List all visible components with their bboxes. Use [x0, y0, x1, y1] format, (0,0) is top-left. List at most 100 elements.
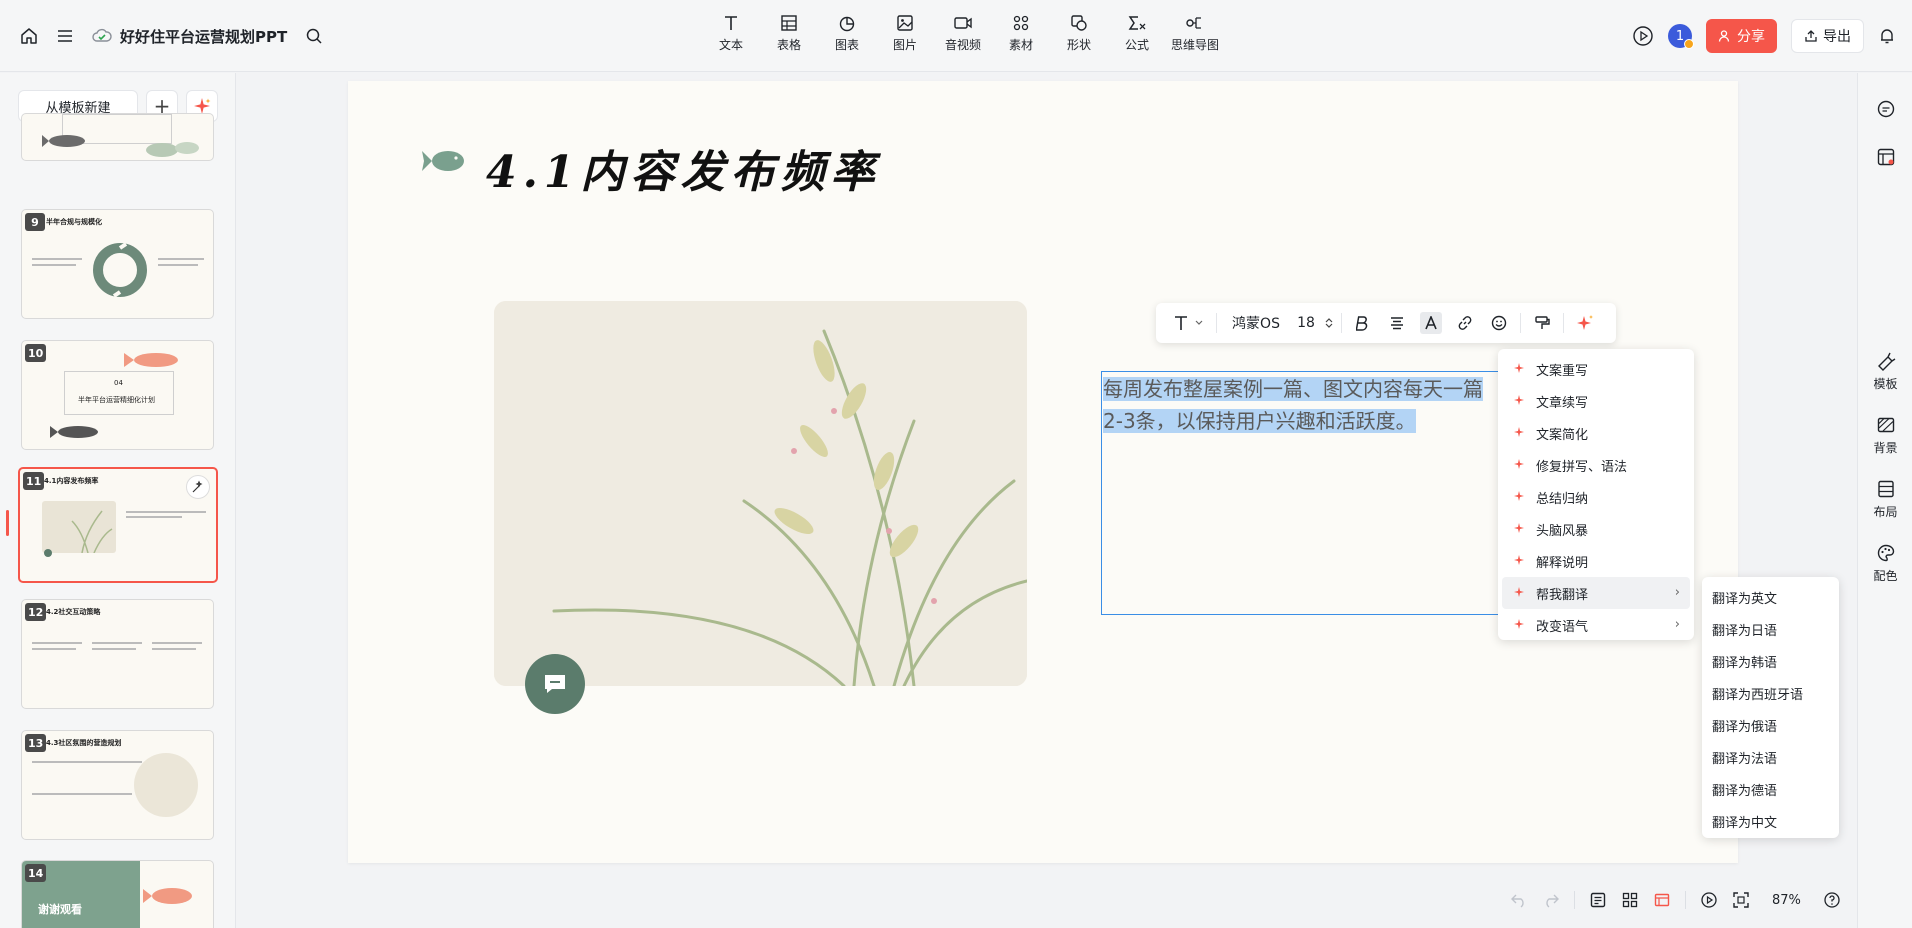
search-icon[interactable]	[305, 27, 323, 45]
top-bar-left: 好好住平台运营规划PPT	[20, 22, 323, 50]
zoom-level[interactable]: 87%	[1764, 889, 1809, 912]
slide-thumbnail-9[interactable]: 9 半年合规与规模化	[21, 209, 214, 319]
menu-icon[interactable]	[56, 27, 74, 45]
tool-video[interactable]: 音视频	[934, 14, 992, 60]
comment-fab[interactable]	[525, 654, 585, 714]
ai-menu-item-brainstorm[interactable]: 头脑风暴	[1502, 513, 1690, 545]
ai-menu-item-explain[interactable]: 解释说明	[1502, 545, 1690, 577]
play-icon[interactable]	[1632, 25, 1654, 47]
right-rail-label: 配色	[1873, 569, 1898, 583]
chevron-right-icon: ›	[1674, 617, 1680, 632]
koi-fish-image	[143, 888, 192, 904]
normal-view-icon[interactable]	[1653, 891, 1671, 909]
divider	[1216, 313, 1217, 333]
panel-settings-button[interactable]	[1858, 147, 1912, 167]
image-icon	[897, 15, 913, 31]
layout-panel-button[interactable]: 布局	[1858, 479, 1912, 520]
redo-icon[interactable]	[1542, 891, 1560, 909]
translate-to-spanish[interactable]: 翻译为西班牙语	[1702, 677, 1839, 709]
orchid-painting-image[interactable]	[494, 301, 1027, 686]
slide-number: 10	[25, 344, 47, 362]
font-size-value[interactable]: 18	[1291, 303, 1321, 343]
ai-menu-label: 帮我翻译	[1536, 587, 1589, 603]
mindmap-icon	[1186, 17, 1201, 29]
slide-thumbnail-10[interactable]: 10 04 半年平台运营精细化计划	[21, 340, 214, 450]
ai-menu-item-summarize[interactable]: 总结归纳	[1502, 481, 1690, 513]
template-panel-button[interactable]: 模板	[1858, 351, 1912, 392]
slide-thumbnail-11[interactable]: 11 4.1内容发布频率	[18, 467, 218, 583]
template-icon	[1877, 352, 1895, 371]
ai-menu-item-continue[interactable]: 文章续写	[1502, 385, 1690, 417]
ai-menu-item-translate[interactable]: 帮我翻译 ›	[1502, 577, 1690, 609]
text-color-button[interactable]	[1414, 303, 1448, 343]
tool-assets[interactable]: 素材	[992, 14, 1050, 60]
slide-thumbnail-12[interactable]: 12 4.2社交互动策略	[21, 599, 214, 709]
cycle-diagram	[93, 242, 147, 298]
lily-pad-image	[146, 142, 199, 157]
translate-to-german[interactable]: 翻译为德语	[1702, 773, 1839, 805]
notes-icon[interactable]	[1589, 891, 1607, 909]
slide-title[interactable]: 4.1内容发布频率	[486, 136, 881, 200]
tool-label: 思维导图	[1170, 38, 1219, 52]
grid-view-icon[interactable]	[1621, 891, 1639, 909]
slide-thumbnail-8[interactable]	[21, 113, 214, 161]
color-scheme-panel-button[interactable]: 配色	[1858, 543, 1912, 584]
tool-chart[interactable]: 图表	[818, 14, 876, 60]
align-button[interactable]	[1380, 303, 1414, 343]
comments-button[interactable]	[1858, 99, 1912, 119]
ai-menu-item-rewrite[interactable]: 文案重写	[1502, 353, 1690, 385]
chevron-down-icon	[1195, 320, 1203, 325]
thumb-title: 半年平台运营精细化计划	[78, 396, 155, 404]
translate-to-chinese[interactable]: 翻译为中文	[1702, 805, 1839, 837]
share-button[interactable]: 分享	[1706, 19, 1777, 53]
thumb-title: 谢谢观看	[38, 903, 82, 916]
slide-thumbnail-14[interactable]: 14 谢谢观看	[21, 860, 214, 928]
format-painter-button[interactable]	[1525, 303, 1559, 343]
ai-menu-item-simplify[interactable]: 文案简化	[1502, 417, 1690, 449]
selected-body-text[interactable]: 每周发布整屋案例一篇、图文内容每天一篇 2-3条，以保持用户兴趣和活跃度。	[1103, 373, 1513, 437]
collaborator-avatar[interactable]: 1	[1668, 24, 1694, 49]
tool-image[interactable]: 图片	[876, 14, 934, 60]
thumb-text-line	[92, 648, 136, 650]
ai-assistant-button[interactable]	[1568, 303, 1602, 343]
fit-screen-icon[interactable]	[1732, 891, 1750, 909]
tool-formula[interactable]: 公式	[1108, 14, 1166, 60]
sparkle-icon	[1514, 555, 1524, 565]
ai-menu-item-fix-grammar[interactable]: 修复拼写、语法	[1502, 449, 1690, 481]
undo-icon[interactable]	[1510, 891, 1528, 909]
tool-text[interactable]: 文本	[702, 14, 760, 60]
tool-mindmap[interactable]: 思维导图	[1166, 14, 1224, 60]
translate-to-english[interactable]: 翻译为英文	[1702, 581, 1839, 613]
translate-to-japanese[interactable]: 翻译为日语	[1702, 613, 1839, 645]
link-button[interactable]	[1448, 303, 1482, 343]
tool-table[interactable]: 表格	[760, 14, 818, 60]
text-style-dropdown[interactable]	[1164, 303, 1212, 343]
font-family-select[interactable]: 鸿蒙OS	[1221, 303, 1291, 343]
doc-title[interactable]: 好好住平台运营规划PPT	[120, 26, 287, 47]
translate-to-russian[interactable]: 翻译为俄语	[1702, 709, 1839, 741]
thumb-title: 4.3社区氛围的营造规划	[46, 739, 122, 747]
translate-to-french[interactable]: 翻译为法语	[1702, 741, 1839, 773]
thumb-text-line	[126, 516, 182, 518]
koi-fish-image	[124, 353, 178, 367]
present-icon[interactable]	[1700, 891, 1718, 909]
thumb-title: 4.1内容发布频率	[44, 477, 99, 485]
bold-button[interactable]	[1346, 303, 1380, 343]
divider	[1341, 313, 1342, 333]
insert-toolbar: 文本 表格 图表 图片 音视频 素材 形状 公式 思维导图	[702, 14, 1224, 60]
slide-thumbnail-13[interactable]: 13 4.3社区氛围的营造规划	[21, 730, 214, 840]
sparkle-icon	[1514, 459, 1524, 469]
font-size-stepper[interactable]	[1321, 303, 1337, 343]
emoji-button[interactable]	[1482, 303, 1516, 343]
bell-icon[interactable]	[1878, 27, 1896, 45]
right-rail: 模板 背景 布局 配色	[1857, 73, 1912, 928]
background-panel-button[interactable]: 背景	[1858, 415, 1912, 456]
translate-to-korean[interactable]: 翻译为韩语	[1702, 645, 1839, 677]
ai-menu-label: 文案简化	[1536, 427, 1589, 443]
export-button[interactable]: 导出	[1791, 19, 1864, 53]
tool-shape[interactable]: 形状	[1050, 14, 1108, 60]
thumb-ai-button[interactable]	[186, 475, 210, 499]
home-icon[interactable]	[20, 27, 38, 45]
ai-menu-item-change-tone[interactable]: 改变语气 ›	[1502, 609, 1690, 641]
help-icon[interactable]	[1823, 891, 1841, 909]
